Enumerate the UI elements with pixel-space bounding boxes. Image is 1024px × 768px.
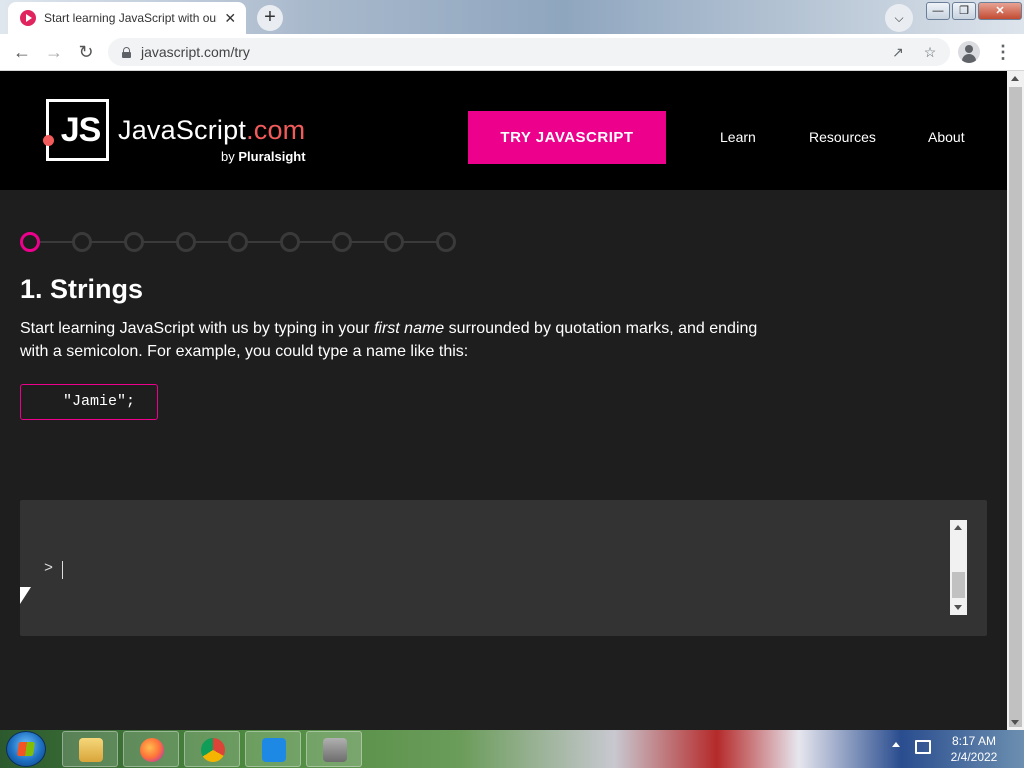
- lesson-progress: [20, 231, 460, 253]
- window-controls: — ❐ ✕: [926, 2, 1022, 20]
- progress-step-4[interactable]: [176, 232, 196, 252]
- browser-tab-strip: Start learning JavaScript with our ✕ + ⌵…: [0, 0, 1024, 34]
- example-code-box: "Jamie";: [20, 384, 158, 420]
- page-scroll-down-arrow-icon[interactable]: [1011, 720, 1019, 725]
- tab-close-icon[interactable]: ✕: [223, 10, 239, 27]
- address-bar[interactable]: javascript.com/try ↗ ☆: [108, 38, 950, 66]
- logo-dot: [43, 135, 54, 146]
- logo-by-text: by: [221, 149, 235, 164]
- bookmark-star-icon[interactable]: ☆: [918, 38, 942, 66]
- reload-icon[interactable]: ↻: [74, 40, 98, 64]
- lesson-text-emphasis: first name: [373, 320, 445, 337]
- restore-button[interactable]: ❐: [952, 2, 976, 20]
- profile-icon[interactable]: [958, 41, 980, 63]
- new-tab-button[interactable]: +: [257, 5, 283, 31]
- visual-studio-code-icon[interactable]: [245, 731, 301, 767]
- wordmark-dotcom: .com: [246, 115, 306, 145]
- more-menu-icon[interactable]: ⋮: [994, 40, 1012, 64]
- progress-step-8[interactable]: [384, 232, 404, 252]
- back-arrow-icon[interactable]: ←: [10, 40, 34, 64]
- minimize-button[interactable]: —: [926, 2, 950, 20]
- progress-step-7[interactable]: [332, 232, 352, 252]
- progress-step-6[interactable]: [280, 232, 300, 252]
- nav-about[interactable]: About: [928, 129, 965, 145]
- wordmark-javascript: JavaScript: [118, 115, 247, 145]
- show-hidden-icons-icon[interactable]: [892, 742, 900, 747]
- taskbar-clock[interactable]: 8:17 AM 2/4/2022: [944, 733, 1004, 765]
- clock-date: 2/4/2022: [950, 750, 998, 764]
- nav-learn[interactable]: Learn: [720, 129, 756, 145]
- package-installer-icon[interactable]: [306, 731, 362, 767]
- url-text[interactable]: javascript.com/try: [141, 44, 250, 60]
- site-header: JS JavaScript.com by Pluralsight TRY JAV…: [0, 71, 1007, 190]
- progress-step-5[interactable]: [228, 232, 248, 252]
- progress-step-9[interactable]: [436, 232, 456, 252]
- lesson-title: 1. Strings: [20, 274, 144, 304]
- browser-tab[interactable]: Start learning JavaScript with our ✕: [8, 2, 246, 34]
- forward-arrow-icon[interactable]: →: [42, 40, 66, 64]
- site-wordmark[interactable]: JavaScript.com: [118, 115, 305, 146]
- progress-step-1[interactable]: [20, 232, 40, 252]
- page-viewport: JS JavaScript.com by Pluralsight TRY JAV…: [0, 71, 1024, 730]
- lesson-text-before: Start learning JavaScript with us by typ…: [20, 320, 374, 337]
- firefox-icon[interactable]: [123, 731, 179, 767]
- code-console[interactable]: >: [20, 500, 987, 636]
- mouse-cursor-icon: [20, 587, 31, 604]
- browser-toolbar: ← → ↻ javascript.com/try ↗ ☆ ⋮: [0, 34, 1024, 71]
- text-caret: [62, 561, 63, 579]
- scroll-up-arrow-icon[interactable]: [954, 525, 962, 530]
- try-javascript-button[interactable]: TRY JAVASCRIPT: [468, 111, 666, 164]
- pluralsight-favicon-icon: [20, 10, 36, 26]
- scroll-thumb[interactable]: [952, 572, 965, 598]
- tab-title: Start learning JavaScript with our: [44, 11, 217, 25]
- network-icon[interactable]: [915, 740, 931, 754]
- nav-resources[interactable]: Resources: [809, 129, 876, 145]
- by-pluralsight: by Pluralsight: [221, 149, 306, 164]
- chrome-icon[interactable]: [184, 731, 240, 767]
- share-icon[interactable]: ↗: [886, 38, 910, 66]
- tab-search-chevron-icon[interactable]: ⌵: [885, 4, 913, 32]
- console-scrollbar[interactable]: [950, 520, 967, 615]
- lock-icon[interactable]: [122, 46, 131, 58]
- page-scroll-thumb[interactable]: [1009, 87, 1022, 727]
- windows-taskbar: 8:17 AM 2/4/2022: [0, 730, 1024, 768]
- lesson-instructions: Start learning JavaScript with us by typ…: [20, 317, 760, 363]
- page-scrollbar[interactable]: [1007, 71, 1024, 730]
- clock-time: 8:17 AM: [951, 734, 997, 748]
- scroll-down-arrow-icon[interactable]: [954, 605, 962, 610]
- progress-step-3[interactable]: [124, 232, 144, 252]
- start-button[interactable]: [6, 731, 46, 767]
- pluralsight-brand: Pluralsight: [238, 149, 306, 164]
- console-prompt: >: [44, 560, 54, 577]
- page-scroll-up-arrow-icon[interactable]: [1011, 76, 1019, 81]
- js-logo[interactable]: JS: [46, 99, 109, 161]
- progress-step-2[interactable]: [72, 232, 92, 252]
- close-window-button[interactable]: ✕: [978, 2, 1022, 20]
- file-explorer-icon[interactable]: [62, 731, 118, 767]
